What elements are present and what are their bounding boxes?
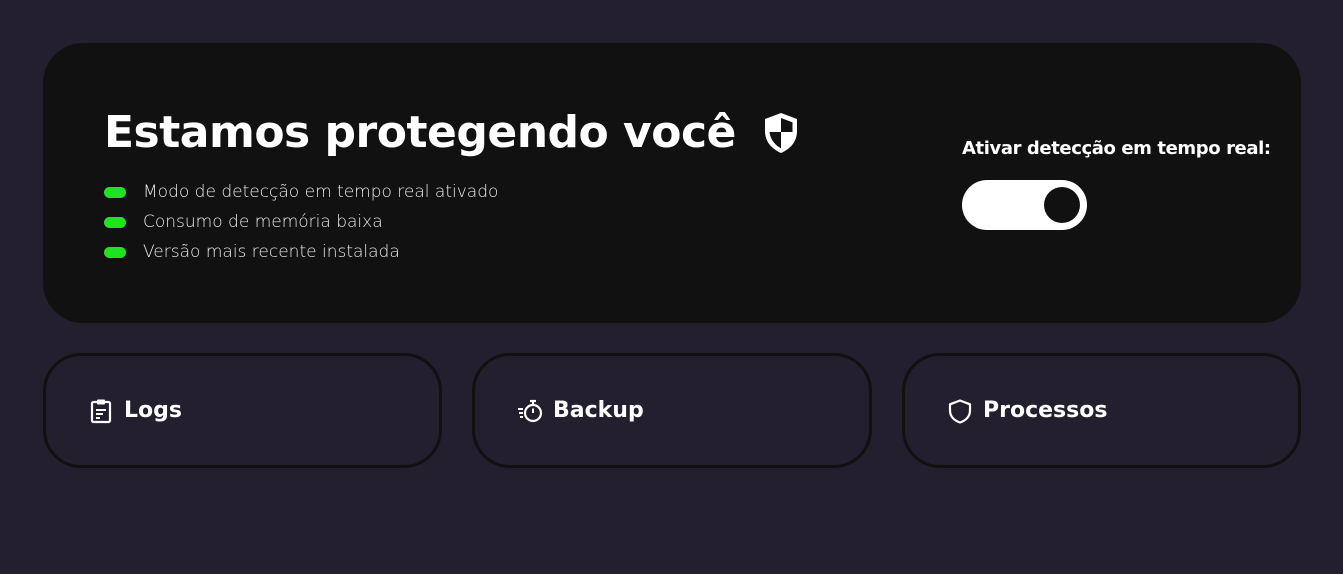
status-indicator-dot [104, 186, 126, 198]
realtime-detection-toggle[interactable] [962, 180, 1087, 230]
shield-halved-icon [762, 111, 800, 155]
status-list: Modo de detecção em tempo real ativado C… [104, 177, 498, 267]
page-title: Estamos protegendo você [104, 107, 736, 158]
shield-outline-icon [947, 398, 973, 424]
stopwatch-fast-icon [517, 398, 543, 424]
processos-card-button[interactable]: Processos [902, 353, 1301, 468]
status-item-version: Versão mais recente instalada [104, 237, 498, 267]
status-item-label: Modo de detecção em tempo real ativado [143, 182, 499, 202]
logs-card-button[interactable]: Logs [43, 353, 442, 468]
card-label: Logs [124, 398, 182, 423]
realtime-toggle-label: Ativar detecção em tempo real: [962, 138, 1271, 159]
card-label: Backup [553, 398, 644, 423]
protection-status-panel: Estamos protegendo você Modo de detecção… [43, 43, 1301, 323]
status-indicator-dot [104, 246, 126, 258]
toggle-knob [1044, 187, 1080, 223]
hero-title-row: Estamos protegendo você [104, 105, 800, 161]
status-item-label: Versão mais recente instalada [143, 242, 400, 262]
backup-card-button[interactable]: Backup [472, 353, 872, 468]
card-label: Processos [983, 398, 1108, 423]
status-item-memory: Consumo de memória baixa [104, 207, 498, 237]
status-indicator-dot [104, 216, 126, 228]
status-item-realtime: Modo de detecção em tempo real ativado [104, 177, 498, 207]
status-item-label: Consumo de memória baixa [143, 212, 383, 232]
clipboard-list-icon [88, 398, 114, 424]
